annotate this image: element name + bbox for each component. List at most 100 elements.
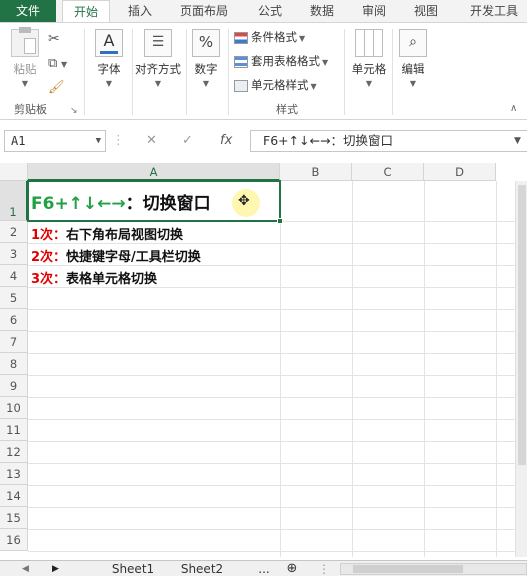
- gridline: [28, 353, 527, 354]
- copy-icon: ⧉: [48, 56, 58, 71]
- editing-label: 编辑: [401, 62, 425, 76]
- insert-function-icon[interactable]: fx: [220, 130, 232, 152]
- row-header-16[interactable]: 16: [0, 529, 28, 551]
- gridline: [28, 265, 527, 266]
- group-divider: [84, 29, 85, 115]
- name-box-value: A1: [11, 134, 26, 148]
- format-painter-button[interactable]: 🖌: [48, 77, 65, 97]
- expand-formula-icon[interactable]: ▼: [514, 130, 521, 152]
- chevron-down-icon: ▼: [365, 79, 373, 88]
- row-header-1[interactable]: 1: [0, 181, 28, 221]
- tab-insert[interactable]: 插入: [120, 0, 160, 22]
- gridline: [28, 441, 527, 442]
- cut-button[interactable]: ✂: [48, 29, 60, 49]
- cells-icon: [355, 29, 383, 57]
- cell-a3[interactable]: 2次：快捷键字母/工具栏切换: [31, 246, 201, 265]
- group-divider: [344, 29, 345, 115]
- copy-button[interactable]: ⧉ ▼: [48, 53, 67, 73]
- format-as-table-button[interactable]: 套用表格格式 ▼: [234, 51, 328, 71]
- gridline: [28, 309, 527, 310]
- chevron-down-icon: ▼: [299, 34, 306, 43]
- drag-handle-icon[interactable]: ⋮: [318, 561, 330, 576]
- gridline: [496, 181, 497, 557]
- font-color-icon: A: [95, 29, 123, 57]
- tab-formulas[interactable]: 公式: [252, 0, 288, 22]
- tab-view[interactable]: 视图: [408, 0, 444, 22]
- gridline: [28, 551, 527, 552]
- row-header-15[interactable]: 15: [0, 507, 28, 529]
- cell-a3-count: 2次：: [31, 250, 67, 265]
- row-header-6[interactable]: 6: [0, 309, 28, 331]
- row-header-2[interactable]: 2: [0, 221, 28, 243]
- paste-button[interactable]: 粘贴 ▼: [8, 27, 42, 88]
- chevron-down-icon: ▼: [60, 60, 68, 69]
- tab-file[interactable]: 文件: [0, 0, 56, 22]
- row-header-3[interactable]: 3: [0, 243, 28, 265]
- formula-input[interactable]: F6+↑↓←→：切换窗口: [250, 130, 527, 152]
- cancel-icon[interactable]: ✕: [146, 130, 157, 152]
- sheet-tab-sheet2[interactable]: Sheet2: [172, 561, 232, 576]
- chevron-down-icon: ▼: [21, 79, 29, 88]
- cell-a4-count: 3次：: [31, 272, 67, 287]
- tab-page-layout[interactable]: 页面布局: [172, 0, 236, 22]
- row-header-9[interactable]: 9: [0, 375, 28, 397]
- row-header-10[interactable]: 10: [0, 397, 28, 419]
- collapse-ribbon-icon[interactable]: ∧: [510, 99, 517, 119]
- gridline: [28, 375, 527, 376]
- tab-developer[interactable]: 开发工具: [462, 0, 526, 22]
- sheet-tab-sheet1[interactable]: Sheet1: [104, 561, 162, 576]
- row-header-5[interactable]: 5: [0, 287, 28, 309]
- horizontal-scrollbar[interactable]: [340, 563, 527, 575]
- chevron-down-icon: ▼: [202, 79, 210, 88]
- row-header-12[interactable]: 12: [0, 441, 28, 463]
- vertical-scrollbar[interactable]: [515, 181, 527, 557]
- conditional-format-button[interactable]: 条件格式 ▼: [234, 27, 305, 47]
- clipboard-launcher-icon[interactable]: ↘: [70, 101, 78, 121]
- tab-home[interactable]: 开始: [62, 0, 110, 23]
- row-header-14[interactable]: 14: [0, 485, 28, 507]
- column-header-a[interactable]: A: [28, 163, 280, 181]
- row-header-7[interactable]: 7: [0, 331, 28, 353]
- add-sheet-icon[interactable]: ⊕: [284, 561, 300, 576]
- font-label: 字体: [97, 62, 121, 76]
- row-header-4[interactable]: 4: [0, 265, 28, 287]
- scroll-right-icon[interactable]: ▶: [52, 561, 59, 576]
- tab-review[interactable]: 审阅: [356, 0, 392, 22]
- select-all-corner[interactable]: [0, 163, 28, 181]
- alignment-button[interactable]: ☰ 对齐方式 ▼: [134, 29, 182, 88]
- cell-a4[interactable]: 3次：表格单元格切换: [31, 268, 157, 287]
- paintbrush-icon: 🖌: [48, 80, 65, 95]
- number-button[interactable]: % 数字 ▼: [190, 29, 222, 88]
- cell-a3-text: 快捷键字母/工具栏切换: [66, 250, 201, 265]
- align-lines-icon: ☰: [144, 29, 172, 57]
- editing-button[interactable]: ⌕ 编辑 ▼: [396, 29, 430, 88]
- cell-a4-text: 表格单元格切换: [66, 272, 158, 287]
- cell-styles-button[interactable]: 单元格样式 ▼: [234, 75, 317, 95]
- group-divider: [186, 29, 187, 115]
- name-box[interactable]: A1 ▼: [4, 130, 106, 152]
- gridline: [28, 397, 527, 398]
- more-sheets-button[interactable]: ...: [252, 561, 276, 576]
- cells-button[interactable]: 单元格 ▼: [348, 29, 390, 88]
- gridline: [28, 419, 527, 420]
- column-header-c[interactable]: C: [352, 163, 424, 181]
- row-header-11[interactable]: 11: [0, 419, 28, 441]
- tab-data[interactable]: 数据: [304, 0, 340, 22]
- worksheet-grid[interactable]: A B C D 1 2 3 4 5 6 7 8 9 10 11 12 13 14…: [0, 163, 527, 557]
- drag-handle-icon[interactable]: ⋮: [112, 130, 125, 152]
- scissors-icon: ✂: [48, 31, 60, 47]
- row-header-13[interactable]: 13: [0, 463, 28, 485]
- fill-handle[interactable]: [277, 218, 283, 224]
- column-header-d[interactable]: D: [424, 163, 496, 181]
- vertical-scroll-thumb[interactable]: [518, 185, 526, 465]
- horizontal-scroll-thumb[interactable]: [353, 565, 463, 573]
- paste-icon: [11, 27, 39, 57]
- font-button[interactable]: A 字体 ▼: [92, 29, 126, 88]
- column-header-b[interactable]: B: [280, 163, 352, 181]
- enter-icon[interactable]: ✓: [182, 130, 193, 152]
- row-header-8[interactable]: 8: [0, 353, 28, 375]
- group-divider: [132, 29, 133, 115]
- scroll-left-icon[interactable]: ◀: [22, 561, 29, 576]
- sheet-tab-bar: ◀ ▶ Sheet1 Sheet2 ... ⊕ ⋮: [0, 560, 527, 576]
- cell-a2[interactable]: 1次：右下角布局视图切换: [31, 224, 183, 243]
